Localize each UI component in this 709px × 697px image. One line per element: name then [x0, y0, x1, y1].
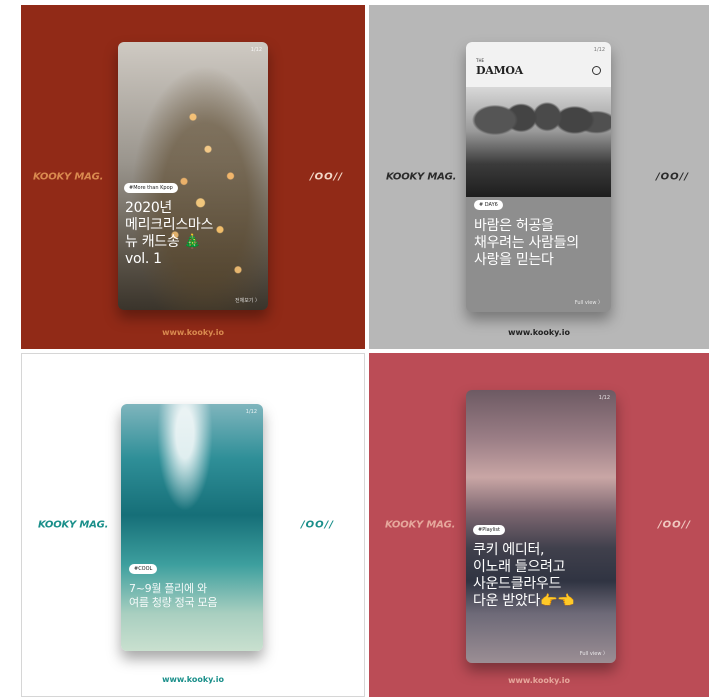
brand-mark: /OO// — [658, 519, 691, 531]
hashtag-badge: # DAY6 — [474, 200, 503, 210]
brand-mark: /OO// — [656, 171, 689, 183]
card-headline: 2020년 메리크리스마스 뉴 캐드송 🎄 vol. 1 — [125, 200, 214, 267]
page-indicator: 1/12 — [593, 47, 605, 53]
card-headline: 쿠키 에디터, 이노래 들으려고 사운드클라우드 다운 받았다👉👈 — [473, 542, 575, 609]
brand-mark: /OO// — [301, 519, 334, 531]
story-card[interactable]: 1/12 #More than Kpop 2020년 메리크리스마스 뉴 캐드송… — [118, 42, 268, 310]
site-url: www.kooky.io — [162, 675, 224, 684]
hashtag-badge: #COOL — [129, 564, 158, 574]
card-headline: 7~9월 플리에 와 여름 청량 정국 모음 — [129, 582, 218, 609]
view-all-link[interactable]: Full view 〉 — [580, 650, 608, 657]
site-url: www.kooky.io — [508, 328, 570, 337]
circle-icon — [592, 66, 601, 75]
view-all-link[interactable]: Full view 〉 — [575, 299, 603, 306]
brand-name: KOOKY MAG. — [33, 171, 104, 183]
story-card[interactable]: 1/12 THE DAMOA # DAY6 바람은 허공을 채우려는 사람들의 … — [466, 42, 611, 312]
brand-name: KOOKY MAG. — [38, 519, 109, 531]
brand-name: KOOKY MAG. — [386, 171, 457, 183]
magazine-logo: DAMOA — [476, 64, 523, 77]
page-indicator: 1/12 — [250, 47, 262, 53]
post-tile-day6[interactable]: KOOKY MAG. /OO// 1/12 THE DAMOA # DAY6 바… — [369, 5, 709, 349]
hashtag-badge: #Playlist — [473, 525, 505, 535]
page-indicator: 1/12 — [598, 395, 610, 401]
post-tile-summer[interactable]: KOOKY MAG. /OO// 1/12 #COOL 7~9월 플리에 와 여… — [21, 353, 365, 697]
site-url: www.kooky.io — [508, 676, 570, 685]
brand-mark: /OO// — [310, 171, 343, 183]
story-card[interactable]: 1/12 #COOL 7~9월 플리에 와 여름 청량 정국 모음 — [121, 404, 263, 651]
post-tile-playlist[interactable]: KOOKY MAG. /OO// 1/12 #Playlist 쿠키 에디터, … — [369, 353, 709, 697]
group-photo — [466, 87, 611, 197]
post-tile-christmas[interactable]: KOOKY MAG. /OO// 1/12 #More than Kpop 20… — [21, 5, 365, 349]
site-url: www.kooky.io — [162, 328, 224, 337]
page-indicator: 1/12 — [245, 409, 257, 415]
hashtag-badge: #More than Kpop — [124, 183, 178, 193]
brand-name: KOOKY MAG. — [385, 519, 456, 531]
magazine-subtitle: THE — [476, 58, 484, 63]
story-card[interactable]: 1/12 #Playlist 쿠키 에디터, 이노래 들으려고 사운드클라우드 … — [466, 390, 616, 663]
view-all-link[interactable]: 전체보기 〉 — [235, 297, 260, 304]
card-headline: 바람은 허공을 채우려는 사람들의 사랑을 믿는다 — [474, 218, 579, 268]
